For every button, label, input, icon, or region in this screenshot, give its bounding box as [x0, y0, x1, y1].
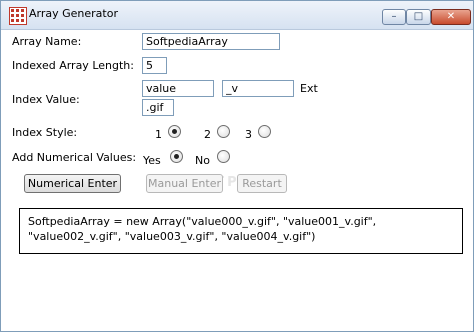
- numerical-enter-button[interactable]: Numerical Enter: [24, 174, 121, 193]
- index-style-3-radio[interactable]: [258, 125, 271, 138]
- app-window: Array Generator – □ ✕ Array Name: Indexe…: [0, 0, 474, 332]
- index-style-2-radio[interactable]: [217, 125, 230, 138]
- form-area: Array Name: Indexed Array Length: Index …: [1, 30, 473, 331]
- maximize-button[interactable]: □: [406, 9, 431, 25]
- output-box: SoftpediaArray = new Array("value000_v.g…: [19, 208, 463, 254]
- output-line-1: SoftpediaArray = new Array("value000_v.g…: [28, 215, 377, 228]
- title-bar[interactable]: Array Generator – □ ✕: [1, 1, 473, 30]
- add-numerical-no-label: No: [195, 154, 210, 167]
- add-numerical-yes-label: Yes: [143, 154, 161, 167]
- app-grid-icon: [9, 7, 27, 25]
- index-prefix-input[interactable]: [142, 80, 214, 97]
- indexed-length-label: Indexed Array Length:: [12, 59, 134, 72]
- indexed-length-input[interactable]: [142, 57, 167, 74]
- close-button[interactable]: ✕: [431, 9, 471, 25]
- array-name-label: Array Name:: [12, 35, 82, 48]
- index-style-label: Index Style:: [12, 126, 78, 139]
- array-name-input[interactable]: [142, 33, 280, 50]
- index-value-label: Index Value:: [12, 93, 80, 106]
- add-numerical-no-radio[interactable]: [217, 150, 230, 163]
- index-style-2-label: 2: [204, 128, 211, 141]
- output-line-2: "value002_v.gif", "value003_v.gif", "val…: [28, 230, 316, 243]
- window-title: Array Generator: [29, 7, 118, 20]
- add-numerical-yes-radio[interactable]: [170, 150, 183, 163]
- manual-enter-button[interactable]: Manual Enter: [146, 174, 223, 193]
- index-style-3-label: 3: [245, 128, 252, 141]
- ext-input[interactable]: [142, 99, 174, 116]
- ext-label: Ext: [300, 82, 318, 95]
- minimize-button[interactable]: –: [382, 9, 406, 25]
- add-numerical-label: Add Numerical Values:: [12, 151, 137, 164]
- index-style-1-label: 1: [155, 128, 162, 141]
- restart-button[interactable]: Restart: [237, 174, 287, 193]
- index-suffix-input[interactable]: [222, 80, 294, 97]
- index-style-1-radio[interactable]: [168, 125, 181, 138]
